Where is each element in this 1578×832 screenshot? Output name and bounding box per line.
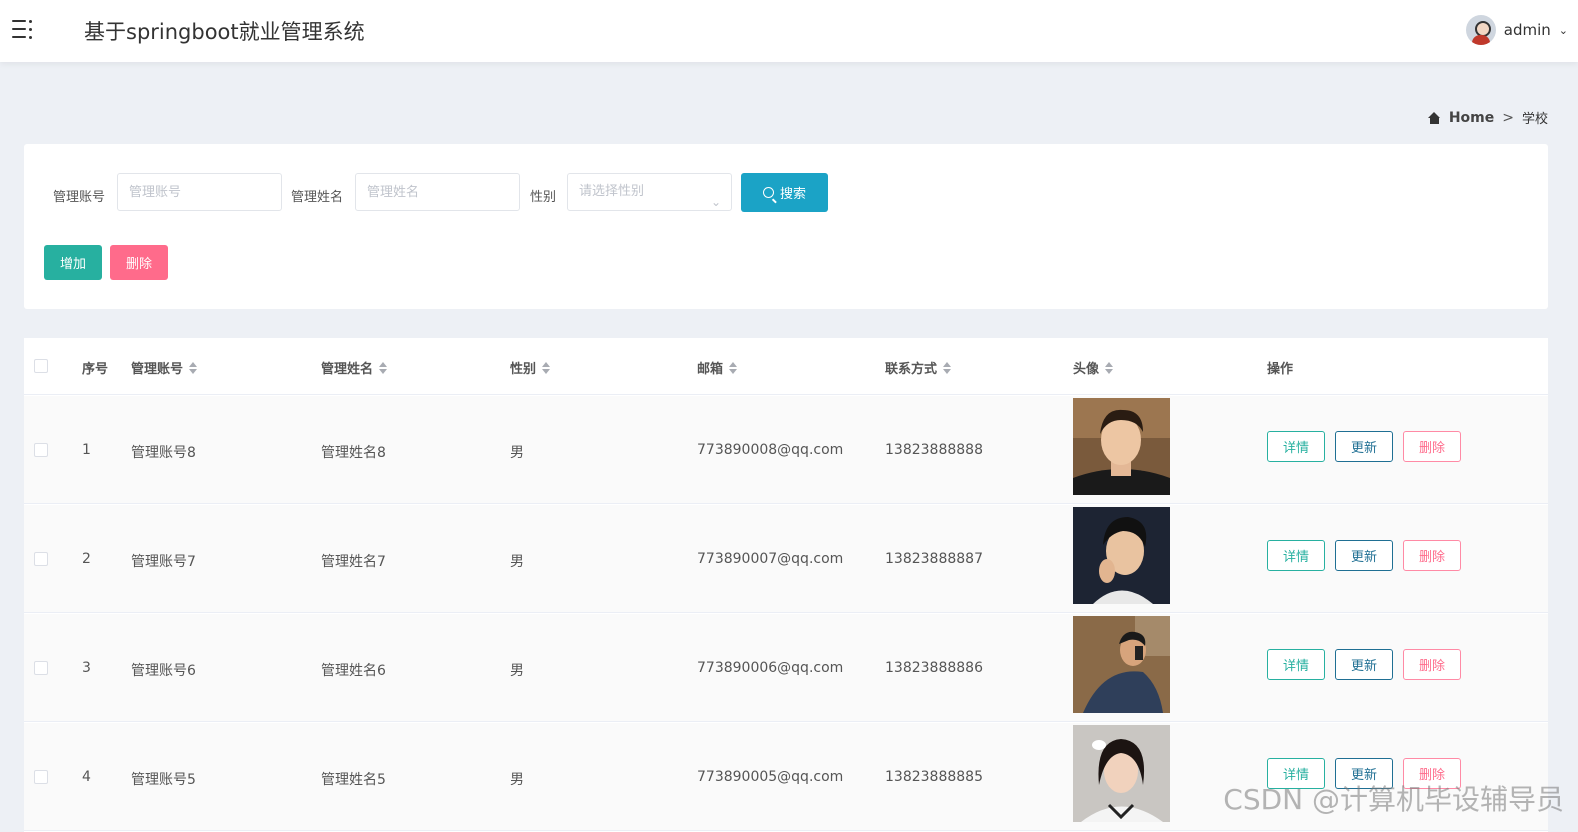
select-all-checkbox[interactable]	[34, 359, 48, 373]
update-button[interactable]: 更新	[1335, 649, 1393, 680]
search-button-label: 搜索	[779, 187, 806, 202]
column-header-gender[interactable]: 性别	[510, 358, 551, 377]
row-email: 773890007@qq.com	[697, 551, 844, 567]
watermark: CSDN @计算机毕设辅导员	[1223, 783, 1564, 816]
app-title: 基于springboot就业管理系统	[84, 20, 365, 44]
detail-button[interactable]: 详情	[1267, 649, 1325, 680]
avatar-photo[interactable]	[1073, 725, 1170, 822]
data-table: 序号 管理账号 管理姓名 性别 邮箱 联系方式 头像 操作 1 管理账号8 管理…	[24, 338, 1548, 832]
row-phone: 13823888887	[885, 551, 983, 567]
search-panel: 管理账号 管理姓名 性别 请选择性别 ⌄ 搜索 增加 删除	[24, 144, 1548, 309]
column-header-account[interactable]: 管理账号	[131, 358, 198, 377]
username[interactable]: admin	[1504, 21, 1551, 39]
row-phone: 13823888885	[885, 769, 983, 785]
row-gender: 男	[510, 554, 524, 570]
chevron-down-icon: ⌄	[710, 195, 721, 209]
row-gender: 男	[510, 663, 524, 679]
detail-button[interactable]: 详情	[1267, 540, 1325, 571]
row-account: 管理账号7	[131, 554, 196, 570]
column-header-email[interactable]: 邮箱	[697, 358, 738, 377]
gender-select-placeholder: 请选择性别	[579, 184, 645, 199]
sort-icon[interactable]	[729, 361, 738, 374]
row-index: 4	[82, 769, 91, 785]
account-label: 管理账号	[53, 190, 106, 205]
breadcrumb-current: 学校	[1521, 112, 1548, 127]
gender-label: 性别	[530, 190, 557, 205]
table-row: 3 管理账号6 管理姓名6 男 773890006@qq.com 1382388…	[24, 614, 1548, 722]
row-name: 管理姓名5	[321, 772, 386, 788]
delete-button[interactable]: 删除	[1403, 649, 1461, 680]
column-header-index: 序号	[82, 362, 109, 377]
row-phone: 13823888886	[885, 660, 983, 676]
detail-button[interactable]: 详情	[1267, 431, 1325, 462]
top-header: 基于springboot就业管理系统 admin ⌄	[0, 0, 1578, 62]
breadcrumb: Home > 学校	[1427, 108, 1548, 127]
row-gender: 男	[510, 445, 524, 461]
avatar-photo[interactable]	[1073, 616, 1170, 713]
sort-icon[interactable]	[1105, 361, 1114, 374]
account-input[interactable]	[117, 173, 282, 211]
table-row: 1 管理账号8 管理姓名8 男 773890008@qq.com 1382388…	[24, 396, 1548, 504]
gender-select[interactable]: 请选择性别 ⌄	[567, 173, 732, 211]
row-checkbox[interactable]	[34, 443, 48, 457]
column-header-avatar[interactable]: 头像	[1073, 358, 1114, 377]
home-icon	[1427, 111, 1441, 124]
row-checkbox[interactable]	[34, 661, 48, 675]
search-button[interactable]: 搜索	[741, 173, 828, 212]
sort-icon[interactable]	[379, 361, 388, 374]
table-row: 2 管理账号7 管理姓名7 男 773890007@qq.com 1382388…	[24, 505, 1548, 613]
row-account: 管理账号8	[131, 445, 196, 461]
row-email: 773890005@qq.com	[697, 769, 844, 785]
row-index: 1	[82, 442, 91, 458]
row-account: 管理账号6	[131, 663, 196, 679]
add-button[interactable]: 增加	[44, 245, 102, 280]
row-gender: 男	[510, 772, 524, 788]
avatar[interactable]	[1465, 15, 1496, 45]
search-icon	[762, 187, 774, 198]
row-account: 管理账号5	[131, 772, 196, 788]
row-name: 管理姓名7	[321, 554, 386, 570]
name-label: 管理姓名	[291, 190, 344, 205]
column-header-phone[interactable]: 联系方式	[885, 358, 952, 377]
row-email: 773890006@qq.com	[697, 660, 844, 676]
update-button[interactable]: 更新	[1335, 540, 1393, 571]
sort-icon[interactable]	[189, 361, 198, 374]
sort-icon[interactable]	[542, 361, 551, 374]
name-input[interactable]	[355, 173, 520, 211]
row-name: 管理姓名6	[321, 663, 386, 679]
menu-icon[interactable]	[12, 18, 34, 40]
breadcrumb-separator: >	[1502, 109, 1514, 126]
row-phone: 13823888888	[885, 442, 983, 458]
row-index: 2	[82, 551, 91, 567]
sort-icon[interactable]	[943, 361, 952, 374]
batch-delete-button[interactable]: 删除	[110, 245, 168, 280]
user-menu[interactable]: admin ⌄	[1465, 14, 1568, 46]
row-name: 管理姓名8	[321, 445, 386, 461]
row-checkbox[interactable]	[34, 552, 48, 566]
row-index: 3	[82, 660, 91, 676]
column-header-name[interactable]: 管理姓名	[321, 358, 388, 377]
breadcrumb-home[interactable]: Home	[1449, 110, 1494, 126]
row-checkbox[interactable]	[34, 770, 48, 784]
chevron-down-icon[interactable]: ⌄	[1559, 24, 1568, 37]
avatar-photo[interactable]	[1073, 398, 1170, 495]
delete-button[interactable]: 删除	[1403, 540, 1461, 571]
avatar-photo[interactable]	[1073, 507, 1170, 604]
update-button[interactable]: 更新	[1335, 431, 1393, 462]
table-header: 序号 管理账号 管理姓名 性别 邮箱 联系方式 头像 操作	[24, 338, 1548, 395]
delete-button[interactable]: 删除	[1403, 431, 1461, 462]
column-header-actions: 操作	[1267, 362, 1294, 377]
row-email: 773890008@qq.com	[697, 442, 844, 458]
